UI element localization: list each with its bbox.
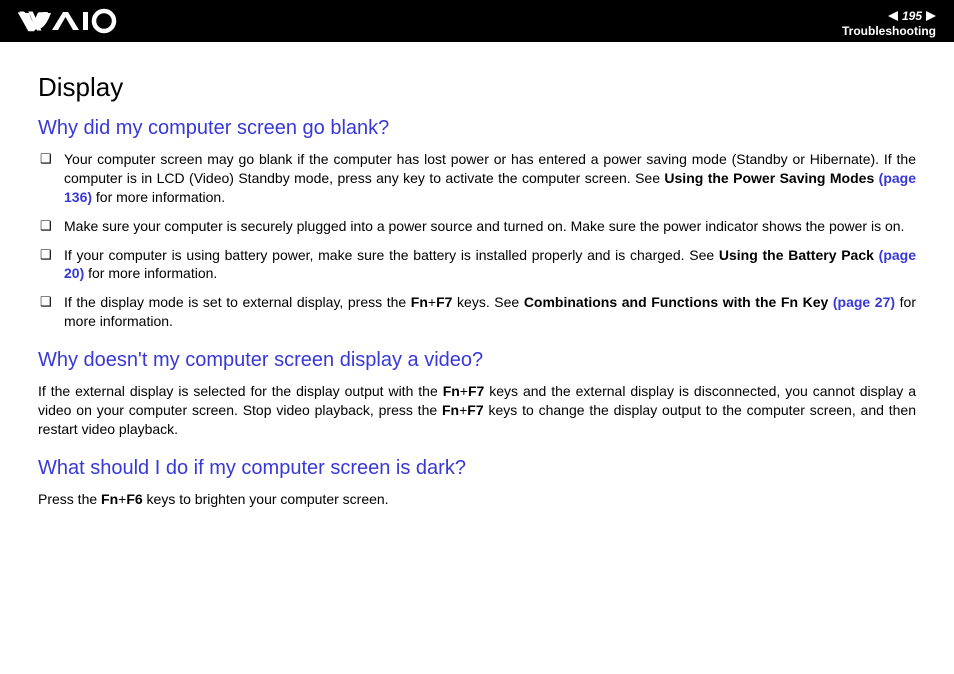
question-1-title: Why did my computer screen go blank? [38, 117, 916, 140]
section-label: Troubleshooting [842, 24, 936, 38]
question-2-body: If the external display is selected for … [38, 382, 916, 439]
question-3-body: Press the Fn+F6 keys to brighten your co… [38, 490, 916, 509]
content-area: Display Why did my computer screen go bl… [0, 42, 954, 537]
question-1-list: Your computer screen may go blank if the… [38, 150, 916, 331]
text: keys. See [452, 294, 523, 310]
key: F6 [126, 491, 142, 507]
key: Fn [443, 383, 460, 399]
text: If the display mode is set to external d… [64, 294, 411, 310]
nav-prev-icon[interactable] [888, 11, 898, 21]
text: Make sure your computer is securely plug… [64, 218, 904, 234]
text: keys to brighten your computer screen. [143, 491, 389, 507]
page-nav: 195 [888, 9, 936, 23]
list-item: If the display mode is set to external d… [38, 293, 916, 331]
key: F7 [468, 383, 484, 399]
page-number: 195 [902, 9, 922, 23]
page-title: Display [38, 72, 916, 103]
key: Fn [411, 294, 428, 310]
bold-text: Using the Battery Pack [719, 247, 874, 263]
list-item: If your computer is using battery power,… [38, 246, 916, 284]
text: + [460, 383, 468, 399]
text: for more information. [92, 189, 225, 205]
header-bar: 195 Troubleshooting [0, 0, 954, 42]
text: + [428, 294, 436, 310]
header-right: 195 Troubleshooting [842, 9, 936, 38]
key: F7 [436, 294, 452, 310]
key: F7 [467, 402, 483, 418]
page-link[interactable]: (page 27) [828, 294, 895, 310]
list-item: Make sure your computer is securely plug… [38, 217, 916, 236]
text: Press the [38, 491, 101, 507]
bold-text: Using the Power Saving Modes [664, 170, 874, 186]
nav-next-icon[interactable] [926, 11, 936, 21]
text: If your computer is using battery power,… [64, 247, 719, 263]
text: for more information. [84, 265, 217, 281]
question-2-title: Why doesn't my computer screen display a… [38, 349, 916, 372]
vaio-logo-mark [18, 8, 118, 39]
text: If the external display is selected for … [38, 383, 443, 399]
key: Fn [101, 491, 118, 507]
question-3-title: What should I do if my computer screen i… [38, 457, 916, 480]
bold-text: Combinations and Functions with the Fn K… [524, 294, 828, 310]
key: Fn [442, 402, 459, 418]
list-item: Your computer screen may go blank if the… [38, 150, 916, 207]
